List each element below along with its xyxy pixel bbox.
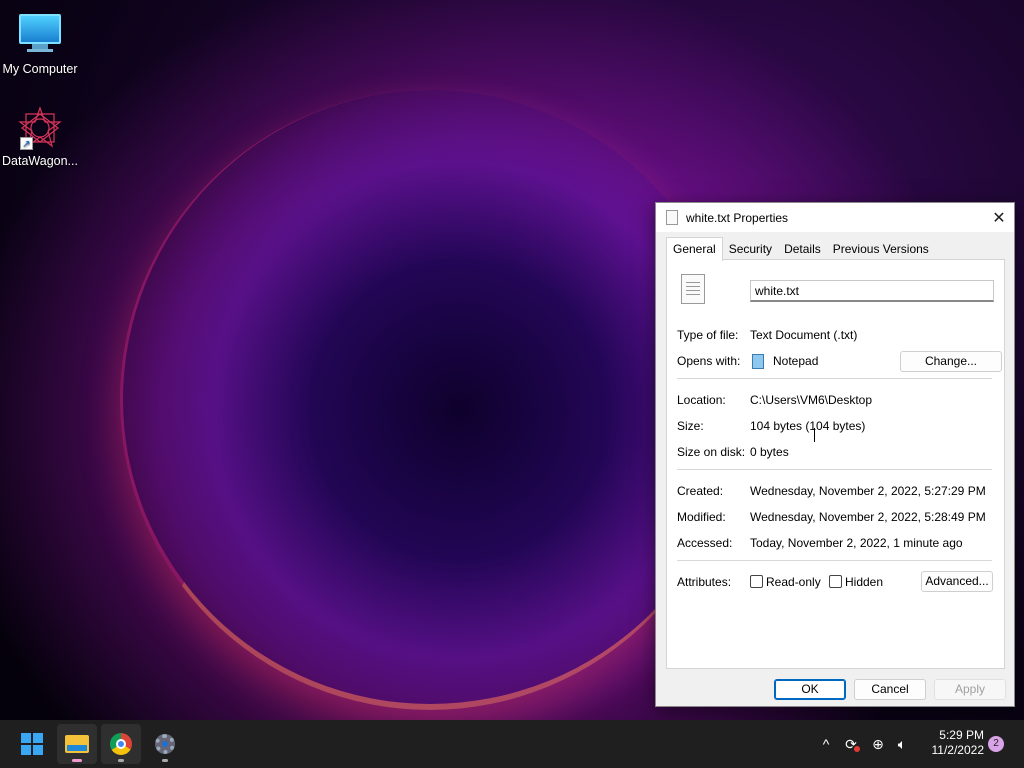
size-on-disk-label: Size on disk: <box>677 445 746 459</box>
clock-date: 11/2/2022 <box>931 743 985 757</box>
dialog-title: white.txt Properties <box>686 210 789 225</box>
created-value: Wednesday, November 2, 2022, 5:27:29 PM <box>750 484 986 498</box>
desktop-icon-my-computer[interactable]: My Computer <box>0 10 80 76</box>
attributes-label: Attributes: <box>677 575 732 589</box>
divider <box>677 560 992 561</box>
wallpaper-glow <box>120 90 740 710</box>
shortcut-arrow-icon: ↗ <box>20 137 33 150</box>
accessed-label: Accessed: <box>677 536 733 550</box>
running-indicator <box>118 759 124 762</box>
size-value: 104 bytes (104 bytes) <box>750 419 866 433</box>
readonly-label: Read-only <box>766 575 821 589</box>
location-label: Location: <box>677 393 726 407</box>
text-file-icon <box>666 210 678 225</box>
chevron-up-icon[interactable]: ^ <box>816 720 836 768</box>
settings-button[interactable] <box>145 724 185 764</box>
text-cursor-icon <box>814 428 820 442</box>
type-value: Text Document (.txt) <box>750 328 858 342</box>
gear-icon <box>155 734 175 754</box>
apply-button[interactable]: Apply <box>934 679 1006 700</box>
divider <box>677 378 992 379</box>
speaker-icon[interactable]: 🔈︎ <box>892 720 912 768</box>
datawagon-icon: ↗ <box>18 106 62 150</box>
text-file-icon <box>681 274 705 304</box>
modified-label: Modified: <box>677 510 726 524</box>
opens-with-value: Notepad <box>773 354 819 368</box>
taskbar: ^ ⟳ ⊕ 🔈︎ 5:29 PM 11/2/2022 2 <box>0 720 1024 768</box>
windows-logo-icon <box>21 733 43 755</box>
filename-input[interactable] <box>750 280 994 302</box>
change-button[interactable]: Change... <box>900 351 1002 372</box>
running-indicator <box>162 759 168 762</box>
globe-icon[interactable]: ⊕ <box>868 720 888 768</box>
file-explorer-button[interactable] <box>57 724 97 764</box>
running-indicator <box>72 759 82 762</box>
modified-value: Wednesday, November 2, 2022, 5:28:49 PM <box>750 510 986 524</box>
start-button[interactable] <box>12 724 52 764</box>
monitor-icon <box>18 14 62 58</box>
hidden-checkbox[interactable] <box>829 575 842 588</box>
clock-time: 5:29 PM <box>939 728 984 742</box>
close-icon[interactable]: ✕ <box>984 203 1014 232</box>
cancel-button[interactable]: Cancel <box>854 679 926 700</box>
desktop-icon-label: My Computer <box>2 62 78 76</box>
properties-dialog: white.txt Properties ✕ General Security … <box>655 202 1015 707</box>
readonly-checkbox[interactable] <box>750 575 763 588</box>
hidden-label: Hidden <box>845 575 884 589</box>
location-value: C:\Users\VM6\Desktop <box>750 393 873 407</box>
size-on-disk-value: 0 bytes <box>750 445 789 459</box>
tab-previous-versions[interactable]: Previous Versions <box>827 238 935 260</box>
type-label: Type of file: <box>677 328 739 342</box>
chrome-button[interactable] <box>101 724 141 764</box>
accessed-value: Today, November 2, 2022, 1 minute ago <box>750 536 963 550</box>
clock[interactable]: 5:29 PM 11/2/2022 <box>918 728 985 758</box>
notepad-icon <box>752 354 764 369</box>
tab-details[interactable]: Details <box>778 238 827 260</box>
advanced-button[interactable]: Advanced... <box>921 571 993 592</box>
dialog-titlebar[interactable]: white.txt Properties ✕ <box>656 203 1014 232</box>
tab-general[interactable]: General <box>666 237 723 261</box>
desktop-icon-label: DataWagon... <box>2 154 78 168</box>
divider <box>677 469 992 470</box>
desktop-icon-datawagon[interactable]: ↗ DataWagon... <box>0 106 80 168</box>
opens-with-label: Opens with: <box>677 354 741 368</box>
folder-icon <box>65 735 89 753</box>
sync-icon[interactable]: ⟳ <box>840 720 862 768</box>
ok-button[interactable]: OK <box>774 679 846 700</box>
tab-strip: General Security Details Previous Versio… <box>656 232 1014 261</box>
tab-security[interactable]: Security <box>723 238 778 260</box>
size-label: Size: <box>677 419 704 433</box>
notification-badge[interactable]: 2 <box>988 736 1004 752</box>
created-label: Created: <box>677 484 724 498</box>
general-panel: Type of file: Text Document (.txt) Opens… <box>666 259 1005 669</box>
chrome-icon <box>110 733 132 755</box>
